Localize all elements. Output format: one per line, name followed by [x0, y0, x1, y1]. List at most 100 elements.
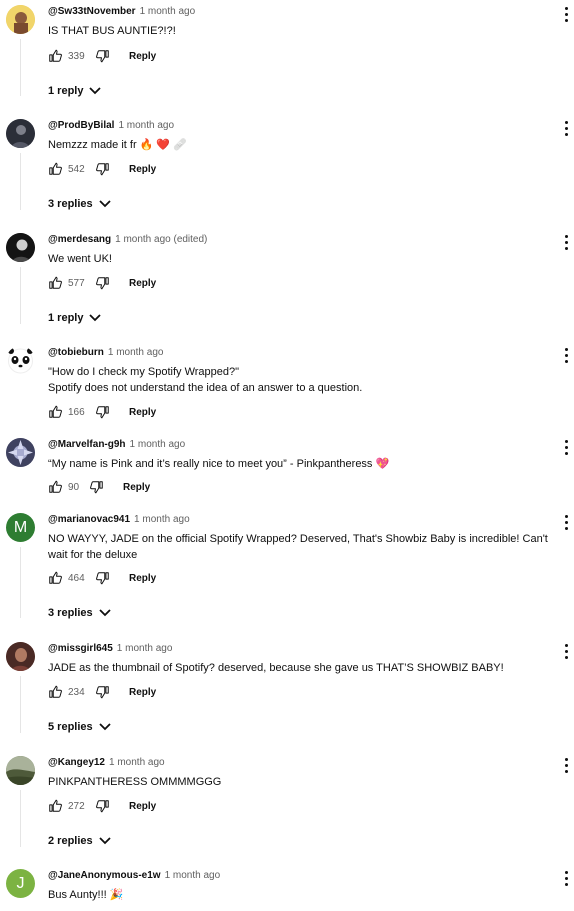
chevron-down-icon [99, 837, 111, 845]
comment-actions: 166 Reply [48, 404, 156, 420]
avatar[interactable] [6, 756, 35, 785]
comment-time[interactable]: 1 month ago (edited) [115, 234, 207, 245]
comment-time[interactable]: 1 month ago [134, 514, 190, 525]
reply-button[interactable]: Reply [129, 573, 156, 584]
comment-header: @merdesang 1 month ago (edited) [48, 234, 207, 245]
avatar[interactable] [6, 346, 35, 375]
comment-text: PINKPANTHERESS OMMMMGGG [48, 774, 568, 790]
more-options-icon[interactable] [562, 644, 570, 660]
thumbs-up-icon[interactable] [48, 571, 62, 585]
thumbs-down-icon[interactable] [96, 49, 110, 63]
reply-button[interactable]: Reply [129, 51, 156, 62]
reply-button[interactable]: Reply [123, 482, 150, 493]
avatar[interactable] [6, 642, 35, 671]
thumbs-down-icon[interactable] [90, 480, 104, 494]
comment-actions: 272 Reply [48, 798, 156, 814]
more-options-icon[interactable] [562, 235, 570, 251]
thumbs-down-icon[interactable] [96, 571, 110, 585]
comment-actions: 339 Reply [48, 48, 156, 64]
comment-header: @tobieburn 1 month ago [48, 347, 163, 358]
comment-actions: 464 Reply [48, 570, 156, 586]
thumbs-up-icon[interactable] [48, 405, 62, 419]
avatar[interactable] [6, 438, 35, 467]
comment: @Sw33tNovember 1 month ago IS THAT BUS AU… [0, 5, 574, 105]
comment-time[interactable]: 1 month ago [165, 870, 221, 881]
comment-author[interactable]: @marianovac941 [48, 514, 130, 525]
view-replies-button[interactable]: 5 replies [48, 721, 111, 733]
comment-time[interactable]: 1 month ago [118, 120, 174, 131]
chevron-down-icon [89, 314, 102, 322]
more-options-icon[interactable] [562, 121, 570, 137]
view-replies-button[interactable]: 3 replies [48, 607, 111, 619]
comment-line: Nemzzz made it fr 🔥 ❤️ 🩹 [48, 139, 187, 151]
like-count: 464 [68, 572, 85, 584]
comment-author[interactable]: @JaneAnonymous-e1w [48, 870, 161, 881]
avatar[interactable]: M [6, 513, 35, 542]
reply-button[interactable]: Reply [129, 164, 156, 175]
reply-button[interactable]: Reply [129, 687, 156, 698]
thumbs-down-icon[interactable] [96, 276, 110, 290]
comment-text: JADE as the thumbnail of Spotify? deserv… [48, 660, 568, 676]
avatar[interactable] [6, 119, 35, 148]
thumbs-up-icon[interactable] [48, 685, 62, 699]
like-count: 577 [68, 277, 85, 289]
comment: @missgirl645 1 month ago JADE as the thum… [0, 642, 574, 742]
comment-time[interactable]: 1 month ago [140, 6, 196, 17]
replies-count: 5 replies [48, 721, 93, 733]
comment-text: IS THAT BUS AUNTIE?!?! [48, 23, 568, 39]
comment-actions: 234 Reply [48, 684, 156, 700]
replies-count: 3 replies [48, 198, 93, 210]
comment-text: Nemzzz made it fr 🔥 ❤️ 🩹 [48, 137, 568, 153]
replies-count: 1 reply [48, 85, 84, 97]
thumbs-down-icon[interactable] [96, 685, 110, 699]
avatar[interactable] [6, 233, 35, 262]
thumbs-down-icon[interactable] [96, 799, 110, 813]
thread-line [20, 790, 21, 847]
reply-button[interactable]: Reply [129, 278, 156, 289]
comment: J @JaneAnonymous-e1w 1 month ago Bus Aunt… [0, 869, 574, 911]
comment-time[interactable]: 1 month ago [109, 757, 165, 768]
more-options-icon[interactable] [562, 440, 570, 456]
comment-author[interactable]: @missgirl645 [48, 643, 113, 654]
comment: @Kangey12 1 month ago PINKPANTHERESS OMMM… [0, 756, 574, 856]
more-options-icon[interactable] [562, 7, 570, 23]
more-options-icon[interactable] [562, 871, 570, 887]
view-replies-button[interactable]: 1 reply [48, 312, 102, 324]
avatar[interactable]: J [6, 869, 35, 898]
chevron-down-icon [99, 200, 111, 208]
more-options-icon[interactable] [562, 758, 570, 774]
comment-line: PINKPANTHERESS OMMMMGGG [48, 776, 222, 788]
comment-author[interactable]: @Kangey12 [48, 757, 105, 768]
thumbs-up-icon[interactable] [48, 276, 62, 290]
thumbs-up-icon[interactable] [48, 799, 62, 813]
comment-author[interactable]: @Marvelfan-g9h [48, 439, 126, 450]
more-options-icon[interactable] [562, 515, 570, 531]
view-replies-button[interactable]: 1 reply [48, 85, 102, 97]
avatar-letter: J [16, 874, 25, 892]
comment-line: “My name is Pink and it’s really nice to… [48, 458, 390, 470]
comment-author[interactable]: @tobieburn [48, 347, 104, 358]
comment-time[interactable]: 1 month ago [130, 439, 186, 450]
thumbs-down-icon[interactable] [96, 162, 110, 176]
chevron-down-icon [99, 609, 111, 617]
comment-time[interactable]: 1 month ago [117, 643, 173, 654]
thumbs-up-icon[interactable] [48, 49, 62, 63]
comment-time[interactable]: 1 month ago [108, 347, 164, 358]
view-replies-button[interactable]: 3 replies [48, 198, 111, 210]
comment-author[interactable]: @ProdByBilal [48, 120, 114, 131]
comment-text: “My name is Pink and it’s really nice to… [48, 456, 568, 472]
thumbs-up-icon[interactable] [48, 162, 62, 176]
replies-count: 1 reply [48, 312, 84, 324]
view-replies-button[interactable]: 2 replies [48, 835, 111, 847]
comment-header: @Marvelfan-g9h 1 month ago [48, 439, 185, 450]
avatar[interactable] [6, 5, 35, 34]
thumbs-down-icon[interactable] [96, 405, 110, 419]
comment-line: JADE as the thumbnail of Spotify? deserv… [48, 662, 504, 674]
reply-button[interactable]: Reply [129, 801, 156, 812]
reply-button[interactable]: Reply [129, 407, 156, 418]
comment-author[interactable]: @merdesang [48, 234, 111, 245]
comment-author[interactable]: @Sw33tNovember [48, 6, 136, 17]
thumbs-up-icon[interactable] [48, 480, 62, 494]
more-options-icon[interactable] [562, 348, 570, 364]
comment-text: NO WAYYY, JADE on the official Spotify W… [48, 531, 568, 563]
